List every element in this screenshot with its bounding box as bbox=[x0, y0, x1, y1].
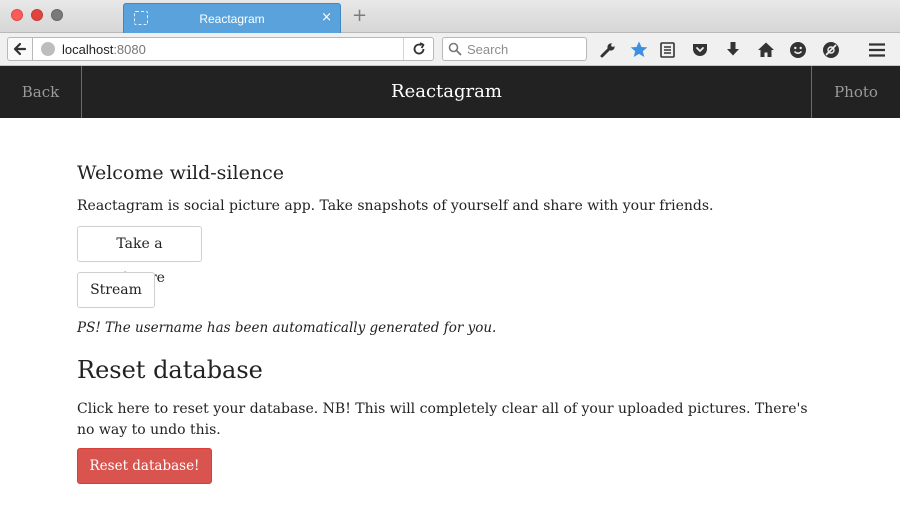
back-arrow-icon bbox=[13, 42, 27, 56]
wrench-icon[interactable] bbox=[598, 40, 618, 60]
minimize-window-button[interactable] bbox=[31, 9, 43, 21]
globe-icon bbox=[41, 42, 55, 56]
username-note: PS! The username has been automatically … bbox=[77, 320, 497, 336]
tab-close-icon[interactable]: × bbox=[321, 10, 332, 26]
browser-tab[interactable]: Reactagram × bbox=[123, 3, 341, 33]
intro-text: Reactagram is social picture app. Take s… bbox=[77, 198, 714, 214]
url-bar[interactable]: localhost:8080 bbox=[33, 37, 434, 61]
stream-button[interactable]: Stream bbox=[77, 272, 155, 308]
smiley-icon[interactable] bbox=[788, 40, 808, 60]
browser-back-button[interactable] bbox=[7, 37, 33, 61]
reload-button[interactable] bbox=[403, 38, 433, 60]
close-window-button[interactable] bbox=[11, 9, 23, 21]
search-bar[interactable] bbox=[442, 37, 587, 61]
tracking-protection-icon[interactable] bbox=[821, 40, 841, 60]
hamburger-menu-icon[interactable] bbox=[867, 40, 887, 60]
browser-navbar: localhost:8080 bbox=[0, 33, 900, 66]
reset-database-button[interactable]: Reset database! bbox=[77, 448, 212, 484]
tab-title: Reactagram bbox=[199, 12, 265, 26]
bookmark-star-icon[interactable] bbox=[629, 40, 649, 60]
maximize-window-button[interactable] bbox=[51, 9, 63, 21]
new-tab-button[interactable]: + bbox=[352, 6, 367, 26]
header-back-button[interactable]: Back bbox=[0, 66, 82, 118]
browser-titlebar: Reactagram × + bbox=[0, 0, 900, 33]
url-text[interactable]: localhost:8080 bbox=[62, 42, 146, 57]
app-header: Back Reactagram Photo bbox=[0, 66, 900, 118]
tab-favicon-icon bbox=[134, 11, 148, 25]
take-picture-button[interactable]: Take a picture bbox=[77, 226, 202, 286]
header-photo-button[interactable]: Photo bbox=[811, 66, 900, 118]
welcome-heading: Welcome wild-silence bbox=[77, 162, 284, 184]
home-icon[interactable] bbox=[756, 40, 776, 60]
search-icon bbox=[448, 42, 462, 56]
url-port: :8080 bbox=[113, 42, 146, 57]
reading-list-icon[interactable] bbox=[658, 40, 678, 60]
download-icon[interactable] bbox=[723, 40, 743, 60]
reload-icon bbox=[413, 42, 425, 55]
app-title: Reactagram bbox=[391, 81, 502, 102]
reset-warning-text: Click here to reset your database. NB! T… bbox=[77, 401, 808, 438]
url-host: localhost bbox=[62, 42, 114, 57]
reset-database-heading: Reset database bbox=[77, 356, 263, 384]
pocket-icon[interactable] bbox=[690, 40, 710, 60]
search-input[interactable] bbox=[467, 40, 583, 58]
